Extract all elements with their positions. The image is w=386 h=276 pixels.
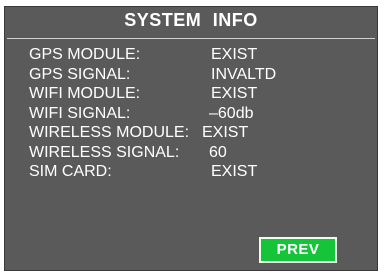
screen: SYSTEM INFO GPS MODULE: EXIST GPS SIGNAL…: [0, 0, 386, 276]
prev-button[interactable]: PREV: [259, 237, 337, 263]
info-value: EXIST: [211, 46, 258, 63]
title-divider: [7, 38, 375, 39]
info-row-gps-signal: GPS SIGNAL: INVALTD: [29, 65, 276, 85]
info-row-sim-card: SIM CARD: EXIST: [29, 162, 257, 182]
info-label: GPS MODULE:: [29, 46, 141, 63]
page-title: SYSTEM INFO: [124, 10, 258, 30]
info-row-wifi-signal: WIFI SIGNAL: –60db: [29, 104, 254, 124]
info-value: INVALTD: [211, 65, 277, 83]
info-row-gps-module: GPS MODULE: EXIST: [29, 45, 257, 65]
info-value: EXIST: [211, 163, 258, 180]
info-label: GPS SIGNAL:: [29, 65, 131, 83]
info-label: SIM CARD:: [29, 163, 112, 180]
info-value: EXIST: [211, 85, 258, 102]
info-list: GPS MODULE: EXIST GPS SIGNAL: INVALTD WI…: [29, 45, 276, 182]
info-row-wireless-signal: WIRELESS SIGNAL: 60: [29, 143, 227, 163]
info-value: –60db: [209, 104, 254, 122]
info-row-wifi-module: WIFI MODULE: EXIST: [29, 84, 257, 104]
info-label: WIRELESS SIGNAL:: [29, 143, 180, 161]
info-value: 60: [209, 143, 227, 161]
system-info-panel: SYSTEM INFO GPS MODULE: EXIST GPS SIGNAL…: [4, 6, 378, 271]
info-label: WIFI SIGNAL:: [29, 104, 131, 122]
info-value: EXIST: [202, 124, 249, 141]
info-row-wireless-module: WIRELESS MODULE: EXIST: [29, 123, 248, 143]
info-label: WIRELESS MODULE:: [29, 124, 190, 141]
info-label: WIFI MODULE:: [29, 85, 141, 102]
